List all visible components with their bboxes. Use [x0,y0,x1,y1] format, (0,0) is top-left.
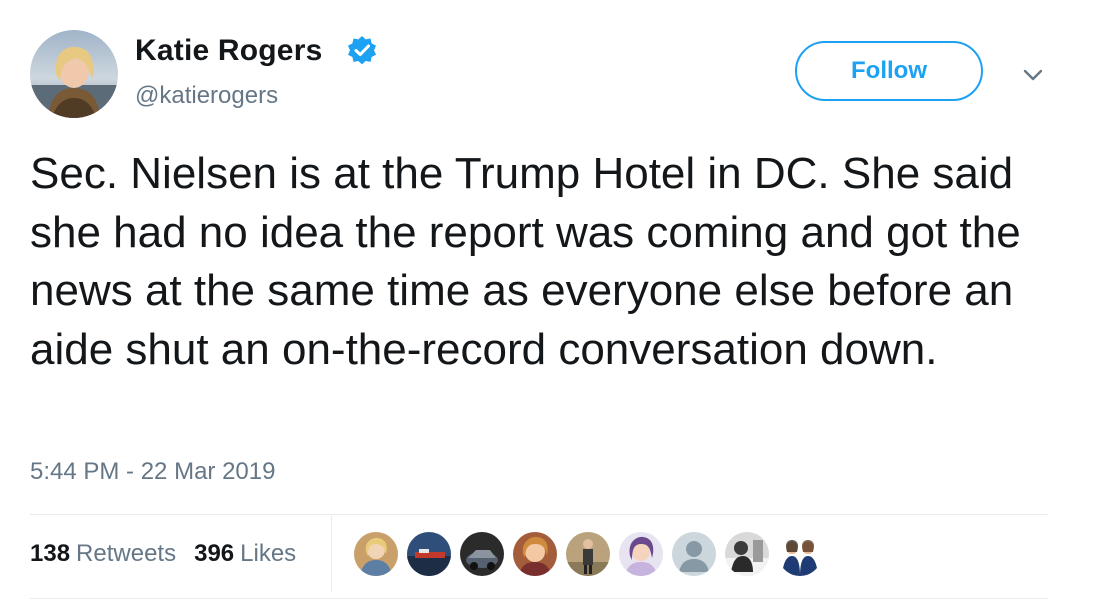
divider [30,598,1048,599]
user-handle[interactable]: @katierogers [135,82,278,110]
tweet-timestamp[interactable]: 5:44 PM - 22 Mar 2019 [30,458,275,486]
tweet-text: Sec. Nielsen is at the Trump Hotel in DC… [30,149,1021,374]
liker-avatar-5[interactable] [566,532,610,576]
stats-divider [331,516,332,592]
retweets-label: Retweets [76,540,177,567]
profile-photo-icon [30,30,118,118]
tweet-stats: 138 Retweets 396 Likes [30,540,296,568]
divider [30,514,1048,515]
likes-stat[interactable]: 396 Likes [194,540,296,568]
verified-badge-icon [346,35,378,67]
retweets-count: 138 [30,540,71,567]
liker-avatar-9[interactable] [778,532,822,576]
liker-avatar-2[interactable] [407,532,451,576]
liker-avatars [354,532,831,576]
liker-avatar-8[interactable] [725,532,769,576]
retweets-stat[interactable]: 138 Retweets [30,540,176,568]
chevron-down-icon[interactable] [1021,66,1045,84]
liker-avatar-default-icon[interactable] [672,532,716,576]
display-name[interactable]: Katie Rogers [135,34,322,68]
follow-button[interactable]: Follow [795,41,983,101]
liker-avatar-6[interactable] [619,532,663,576]
liker-avatar-1[interactable] [354,532,398,576]
likes-count: 396 [194,540,235,567]
likes-label: Likes [240,540,297,567]
liker-avatar-4[interactable] [513,532,557,576]
liker-avatar-3[interactable] [460,532,504,576]
avatar[interactable] [30,30,118,118]
